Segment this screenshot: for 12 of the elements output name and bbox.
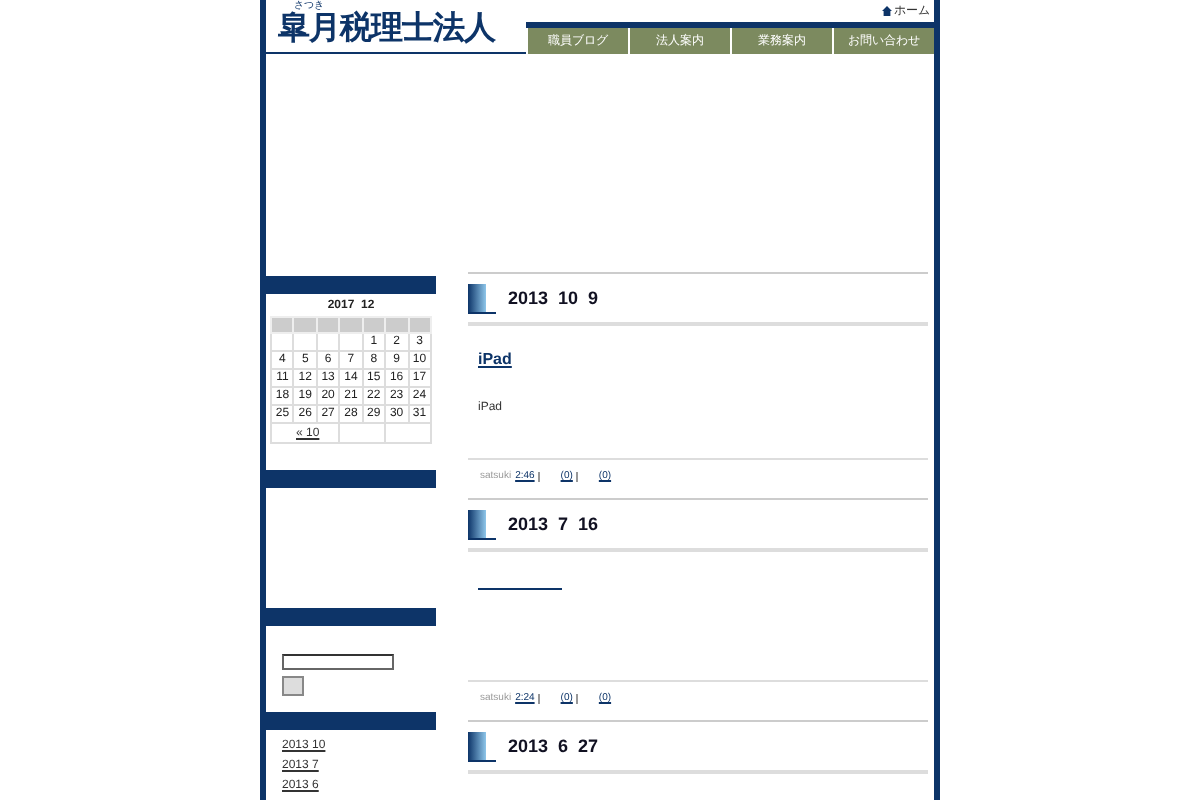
search-field[interactable] bbox=[282, 654, 394, 670]
site-logo[interactable]: 皐月税理士法人 bbox=[278, 12, 495, 48]
entry-date: 2013 6 27 bbox=[508, 736, 599, 756]
entry-date: 2013 10 9 bbox=[508, 288, 599, 308]
entry-date-icon bbox=[468, 509, 496, 539]
entry-date: 2013 7 16 bbox=[508, 514, 599, 534]
house-icon bbox=[882, 6, 892, 16]
entry-date-icon bbox=[468, 283, 496, 313]
entry-title-link[interactable] bbox=[478, 586, 562, 590]
search-button[interactable] bbox=[282, 676, 304, 696]
entry-title-link[interactable]: iPad bbox=[478, 350, 512, 368]
entry-date-icon bbox=[468, 731, 496, 761]
